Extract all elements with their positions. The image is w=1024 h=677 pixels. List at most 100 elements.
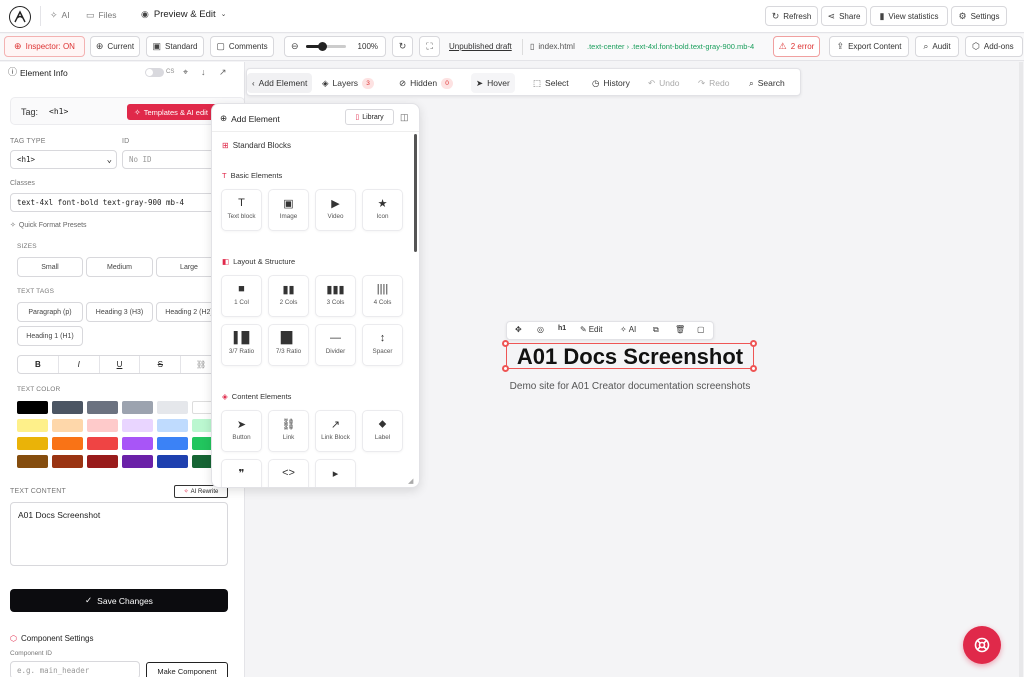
history-button[interactable]: ◷ History <box>587 73 635 93</box>
add-element-button[interactable]: ‹ Add Element <box>247 73 313 93</box>
color-swatch[interactable] <box>17 401 48 414</box>
tile-button[interactable]: ➤ Button <box>221 410 262 452</box>
reload-preview-button[interactable]: ↻ <box>392 36 413 57</box>
app-logo[interactable] <box>9 6 31 28</box>
tile-spacer[interactable]: ↕ Spacer <box>362 324 403 366</box>
resize-handle[interactable] <box>502 340 509 347</box>
component-id-field[interactable]: e.g. main_header <box>10 661 140 677</box>
refresh-button[interactable]: ↻ Refresh <box>765 6 818 26</box>
save-changes-button[interactable]: ✓ Save Changes <box>10 589 228 612</box>
color-swatch[interactable] <box>17 419 48 432</box>
resize-handle[interactable] <box>750 365 757 372</box>
tab-files[interactable]: ▭ Files <box>86 10 116 20</box>
color-swatch[interactable] <box>87 419 118 432</box>
tag-paragraph-button[interactable]: Paragraph (p) <box>17 302 83 322</box>
tab-ai[interactable]: ✧ AI <box>50 10 70 20</box>
tag-type-select[interactable]: <h1> ⌄ <box>10 150 117 169</box>
tile-video[interactable]: ▶ Video <box>315 189 356 231</box>
canvas-scrollbar[interactable] <box>1019 62 1023 677</box>
pin-icon[interactable]: ⌖ <box>183 68 188 77</box>
color-swatch[interactable] <box>52 419 83 432</box>
comments-button[interactable]: ▢ Comments <box>210 36 274 57</box>
tag-h1-button[interactable]: Heading 1 (H1) <box>17 326 83 346</box>
download-icon[interactable]: ↓ <box>201 68 206 77</box>
undo-button[interactable]: ↶ Undo <box>643 73 684 93</box>
text-content-textarea[interactable]: A01 Docs Screenshot <box>10 502 228 566</box>
tile-link[interactable]: ⛓ Link <box>268 410 309 452</box>
tile-label[interactable]: ⬥ Label <box>362 410 403 452</box>
tile-more[interactable]: ▸ <box>315 459 356 487</box>
panel-scrollbar[interactable] <box>414 134 417 252</box>
search-button[interactable]: ⌕ Search <box>744 73 790 93</box>
color-swatch[interactable] <box>87 455 118 468</box>
css-toggle[interactable] <box>145 68 164 77</box>
bold-button[interactable]: B <box>18 356 59 373</box>
hidden-button[interactable]: ⊘ Hidden 0 <box>394 73 458 93</box>
tile-text-block[interactable]: T Text block <box>221 189 262 231</box>
color-swatch[interactable] <box>87 401 118 414</box>
color-swatch[interactable] <box>157 419 188 432</box>
size-medium-button[interactable]: Medium <box>86 257 153 277</box>
duplicate-icon[interactable]: ⧉ <box>653 325 659 335</box>
trash-icon[interactable]: 🗑 <box>675 325 685 334</box>
error-badge[interactable]: ⚠ 2 error <box>773 36 820 57</box>
zoom-slider[interactable] <box>305 42 346 51</box>
addons-button[interactable]: ⬡ Add-ons <box>965 36 1023 57</box>
color-swatch[interactable] <box>122 437 153 450</box>
tile-divider[interactable]: — Divider <box>315 324 356 366</box>
size-small-button[interactable]: Small <box>17 257 83 277</box>
zoom-slider-handle[interactable] <box>317 42 327 51</box>
tile-1-col[interactable]: ■ 1 Col <box>221 275 262 317</box>
color-swatch[interactable] <box>122 401 153 414</box>
edit-button[interactable]: ✎ Edit <box>580 325 603 334</box>
help-button[interactable] <box>963 626 1001 664</box>
strikethrough-button[interactable]: S <box>140 356 182 373</box>
tile-3-cols[interactable]: ▮▮▮ 3 Cols <box>315 275 356 317</box>
settings-button[interactable]: ⚙ Settings <box>951 6 1007 26</box>
selected-heading-frame[interactable]: A01 Docs Screenshot <box>506 343 754 369</box>
tag-h3-button[interactable]: Heading 3 (H3) <box>86 302 153 322</box>
underline-button[interactable]: U <box>100 356 141 373</box>
current-button[interactable]: ⊕ Current <box>90 36 140 57</box>
layers-button[interactable]: ◈ Layers 3 <box>317 73 379 93</box>
tile-image[interactable]: ▣ Image <box>268 189 309 231</box>
color-swatch[interactable] <box>157 401 188 414</box>
comment-icon[interactable]: ▢ <box>697 325 705 334</box>
color-swatch[interactable] <box>52 455 83 468</box>
share-button[interactable]: ⋖ Share <box>821 6 867 26</box>
unpublished-draft-link[interactable]: Unpublished draft <box>449 42 512 51</box>
color-swatch[interactable] <box>17 437 48 450</box>
color-swatch[interactable] <box>52 437 83 450</box>
italic-button[interactable]: I <box>59 356 100 373</box>
element-breadcrumb[interactable]: .text-center › .text-4xl.font-bold.text-… <box>587 42 754 51</box>
tile-3-7-ratio[interactable]: ▌█ 3/7 Ratio <box>221 324 262 366</box>
sidebar-toggle-icon[interactable]: ◫ <box>400 112 409 123</box>
tile-icon[interactable]: ★ Icon <box>362 189 403 231</box>
tile-7-3-ratio[interactable]: █▌ 7/3 Ratio <box>268 324 309 366</box>
redo-button[interactable]: ↷ Redo <box>693 73 734 93</box>
library-button[interactable]: ▯ Library <box>345 109 394 125</box>
resize-handle[interactable] <box>750 340 757 347</box>
color-swatch[interactable] <box>122 455 153 468</box>
external-link-icon[interactable]: ↗ <box>219 68 227 77</box>
mode-dropdown[interactable]: ◉ Preview & Edit ⌄ <box>141 9 227 20</box>
select-button[interactable]: ⬚ Select <box>528 73 574 93</box>
color-swatch[interactable] <box>157 455 188 468</box>
move-icon[interactable]: ✥ <box>515 325 522 334</box>
tile-more[interactable]: <> <box>268 459 309 487</box>
tile-4-cols[interactable]: |||| 4 Cols <box>362 275 403 317</box>
tile-more[interactable]: ❞ <box>221 459 262 487</box>
tile-2-cols[interactable]: ▮▮ 2 Cols <box>268 275 309 317</box>
page-heading[interactable]: A01 Docs Screenshot <box>507 344 753 370</box>
color-swatch[interactable] <box>157 437 188 450</box>
make-component-button[interactable]: Make Component <box>146 662 228 677</box>
resize-handle[interactable] <box>502 365 509 372</box>
ai-button[interactable]: ✧ AI <box>620 325 636 334</box>
audit-button[interactable]: ⌕ Audit <box>915 36 959 57</box>
color-swatch[interactable] <box>122 419 153 432</box>
standard-button[interactable]: ▣ Standard <box>146 36 204 57</box>
tile-link-block[interactable]: ↗ Link Block <box>315 410 356 452</box>
view-statistics-button[interactable]: ▮ View statistics <box>870 6 948 26</box>
classes-field[interactable]: text-4xl font-bold text-gray-900 mb-4 <box>10 193 232 212</box>
hover-button[interactable]: ➤ Hover <box>471 73 515 93</box>
